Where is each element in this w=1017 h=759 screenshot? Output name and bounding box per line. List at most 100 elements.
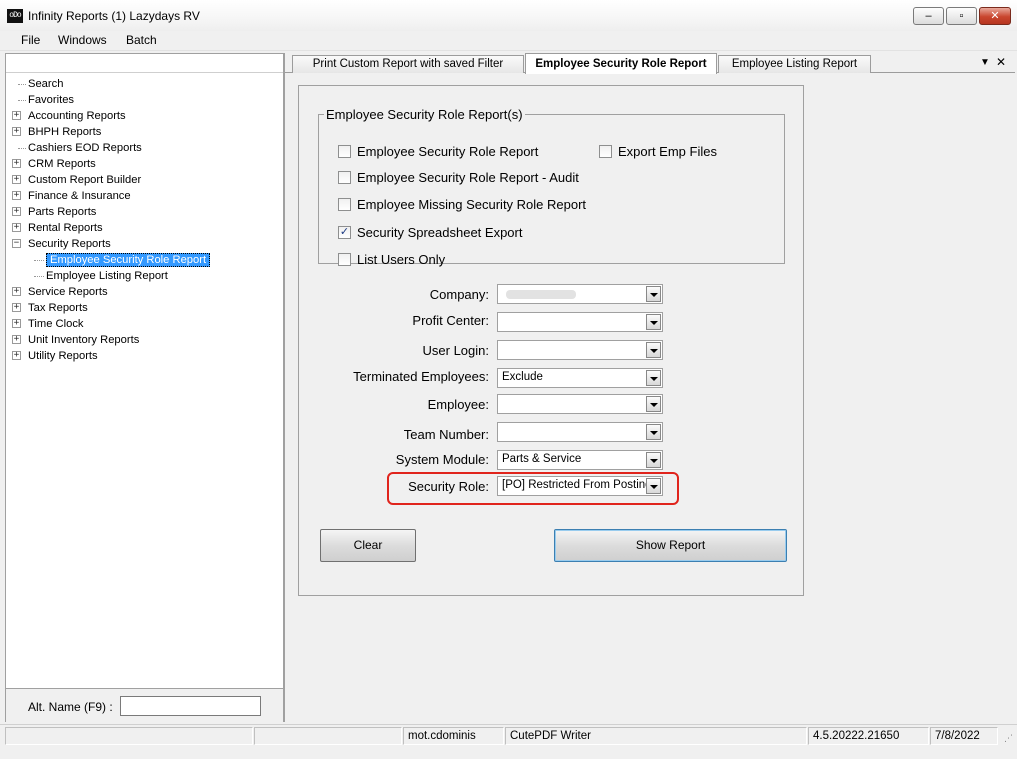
expand-icon[interactable]: +	[12, 175, 21, 184]
app-icon: oDo	[7, 9, 23, 23]
checkbox-box[interactable]	[338, 171, 351, 184]
system-module-label: System Module:	[395, 452, 489, 467]
menu-file[interactable]: File	[21, 33, 40, 47]
tree-node[interactable]: + Utility Reports	[12, 348, 98, 364]
tab-print-custom-report[interactable]: Print Custom Report with saved Filter	[292, 55, 524, 73]
report-tree: Search Favorites + Accounting Reports + BHPH …	[6, 76, 283, 686]
expand-icon[interactable]: +	[12, 223, 21, 232]
maximize-button[interactable]: ▫	[946, 7, 977, 25]
expand-icon[interactable]: +	[12, 191, 21, 200]
employee-dropdown[interactable]	[497, 394, 663, 414]
tab-content: Employee Security Role Report(s) Employe…	[285, 73, 1015, 722]
employee-label: Employee:	[427, 397, 489, 412]
expand-icon[interactable]: +	[12, 335, 21, 344]
team-number-dropdown[interactable]	[497, 422, 663, 442]
tree-node[interactable]: Search	[18, 76, 64, 92]
collapse-icon[interactable]: −	[12, 239, 21, 248]
checkbox-box[interactable]	[338, 198, 351, 211]
checkbox-box[interactable]	[599, 145, 612, 158]
chevron-down-icon[interactable]	[646, 396, 661, 412]
tree-node[interactable]: + CRM Reports	[12, 156, 96, 172]
status-printer: CutePDF Writer	[505, 727, 807, 745]
clear-button[interactable]: Clear	[320, 529, 416, 562]
tree-node[interactable]: + Time Clock	[12, 316, 84, 332]
close-button[interactable]: ✕	[979, 7, 1011, 25]
company-label: Company:	[429, 287, 489, 302]
expand-icon[interactable]: +	[12, 303, 21, 312]
tree-node[interactable]: + Unit Inventory Reports	[12, 332, 139, 348]
status-date: 7/8/2022	[930, 727, 998, 745]
tree-node[interactable]: + Tax Reports	[12, 300, 88, 316]
chevron-down-icon[interactable]	[646, 424, 661, 440]
tree-node-label: Cashiers EOD Reports	[28, 142, 142, 154]
tree-node[interactable]: Employee Listing Report	[34, 268, 168, 284]
menu-batch[interactable]: Batch	[126, 33, 157, 47]
tree-node-label: Custom Report Builder	[28, 174, 142, 186]
tree-node[interactable]: + Accounting Reports	[12, 108, 126, 124]
chevron-down-icon[interactable]	[646, 342, 661, 358]
chevron-down-icon[interactable]	[646, 452, 661, 468]
system-module-dropdown[interactable]: Parts & Service	[497, 450, 663, 470]
tree-node[interactable]: + Custom Report Builder	[12, 172, 142, 188]
checkbox-box[interactable]	[338, 253, 351, 266]
profit-center-dropdown[interactable]	[497, 312, 663, 332]
show-report-button[interactable]: Show Report	[554, 529, 787, 562]
checkbox-box-checked[interactable]: ✓	[338, 226, 351, 239]
tree-node[interactable]: Employee Security Role Report	[34, 252, 211, 268]
security-role-dropdown[interactable]: [PO] Restricted From Posting	[497, 476, 663, 496]
expand-icon[interactable]: +	[12, 159, 21, 168]
tree-node[interactable]: + Rental Reports	[12, 220, 103, 236]
tree-line	[34, 260, 44, 261]
menu-windows[interactable]: Windows	[58, 33, 107, 47]
terminated-employees-label: Terminated Employees:	[353, 369, 489, 384]
tab-employee-security-role-report[interactable]: Employee Security Role Report	[525, 53, 717, 74]
report-tree-panel: Search Favorites + Accounting Reports + BHPH …	[5, 53, 284, 722]
tree-node[interactable]: + BHPH Reports	[12, 124, 102, 140]
company-dropdown[interactable]	[497, 284, 663, 304]
tree-node-label: Favorites	[28, 94, 75, 106]
tree-node-label: Rental Reports	[28, 222, 103, 234]
tree-node[interactable]: Favorites	[18, 92, 75, 108]
tab-list-dropdown-icon[interactable]: ▼	[980, 57, 990, 68]
tree-node[interactable]: − Security Reports	[12, 236, 111, 252]
status-bar: mot.cdominis CutePDF Writer 4.5.20222.21…	[0, 724, 1017, 746]
resize-grip-icon[interactable]: ⋰	[1004, 733, 1014, 743]
chevron-down-icon[interactable]	[646, 478, 661, 494]
tree-line	[18, 84, 26, 85]
tree-line	[34, 276, 44, 277]
tree-node-label: CRM Reports	[28, 158, 96, 170]
status-version: 4.5.20222.21650	[808, 727, 929, 745]
chevron-down-icon[interactable]	[646, 314, 661, 330]
tree-line	[18, 100, 26, 101]
user-login-dropdown[interactable]	[497, 340, 663, 360]
tree-node-label: BHPH Reports	[28, 126, 102, 138]
tree-line	[18, 148, 26, 149]
user-login-label: User Login:	[422, 343, 489, 358]
terminated-employees-dropdown[interactable]: Exclude	[497, 368, 663, 388]
expand-icon[interactable]: +	[12, 111, 21, 120]
tree-node[interactable]: Cashiers EOD Reports	[18, 140, 142, 156]
team-number-label: Team Number:	[403, 427, 489, 442]
tab-close-icon[interactable]: ✕	[996, 55, 1006, 69]
tree-node-label: Employee Security Role Report	[46, 253, 211, 267]
tree-node[interactable]: + Finance & Insurance	[12, 188, 131, 204]
expand-icon[interactable]: +	[12, 127, 21, 136]
tree-node-label: Employee Listing Report	[46, 270, 168, 282]
chevron-down-icon[interactable]	[646, 370, 661, 386]
tab-employee-listing-report[interactable]: Employee Listing Report	[718, 55, 871, 73]
tree-node[interactable]: + Parts Reports	[12, 204, 96, 220]
expand-icon[interactable]: +	[12, 287, 21, 296]
tree-node-label: Service Reports	[28, 286, 108, 298]
report-type-group-title: Employee Security Role Report(s)	[326, 107, 523, 122]
tree-node-label: Security Reports	[28, 238, 111, 250]
alt-name-input[interactable]	[120, 696, 261, 716]
tree-node[interactable]: + Service Reports	[12, 284, 108, 300]
checkbox-box[interactable]	[338, 145, 351, 158]
expand-icon[interactable]: +	[12, 319, 21, 328]
expand-icon[interactable]: +	[12, 207, 21, 216]
minimize-button[interactable]: –	[913, 7, 944, 25]
expand-icon[interactable]: +	[12, 351, 21, 360]
tree-node-label: Search	[28, 78, 64, 90]
chevron-down-icon[interactable]	[646, 286, 661, 302]
tree-header	[6, 54, 283, 73]
